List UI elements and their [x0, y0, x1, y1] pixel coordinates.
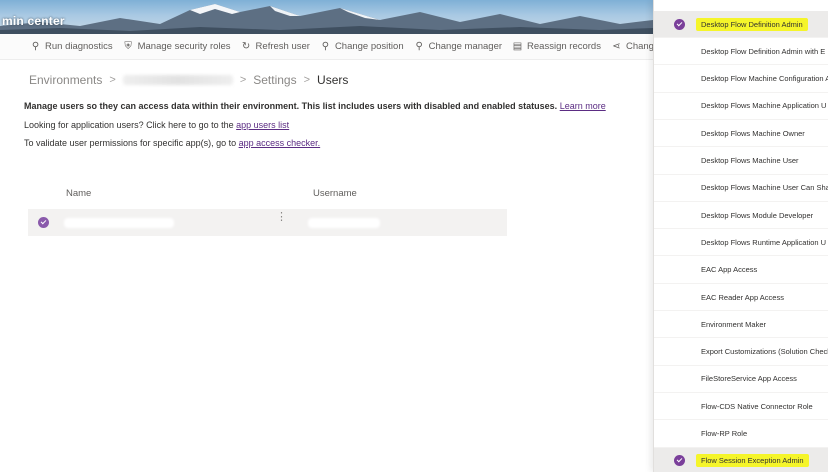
- change-position-label: Change position: [334, 41, 404, 52]
- role-item[interactable]: FileStoreService App Access: [654, 366, 828, 393]
- table-row[interactable]: ⋮: [28, 209, 507, 236]
- user-name-redacted: [64, 218, 174, 228]
- role-item[interactable]: Desktop Flows Runtime Application U: [654, 229, 828, 257]
- role-label: Flow-RP Role: [701, 429, 748, 438]
- reassign-records-label: Reassign records: [527, 41, 601, 52]
- role-item[interactable]: Desktop Flows Machine Owner: [654, 120, 828, 148]
- row-checkbox-checked-icon[interactable]: [38, 217, 49, 228]
- hierarchy-icon: ⋖: [612, 41, 621, 52]
- role-item[interactable]: Flow-CDS Native Connector Role: [654, 393, 828, 421]
- learn-more-link[interactable]: Learn more: [560, 101, 606, 111]
- column-header-name[interactable]: Name: [66, 188, 91, 199]
- breadcrumb-separator: >: [109, 74, 116, 86]
- role-label: Desktop Flow Definition Admin with E: [701, 46, 826, 56]
- app-users-hint-text: Looking for application users? Click her…: [24, 120, 234, 130]
- reassign-icon: ▤: [512, 41, 523, 52]
- manage-security-roles-label: Manage security roles: [137, 41, 231, 52]
- role-label: EAC Reader App Access: [701, 292, 784, 302]
- role-label: EAC App Access: [701, 265, 758, 275]
- security-roles-panel: Desktop Flow Definition Admin Desktop Flo…: [653, 0, 828, 472]
- run-diagnostics-button[interactable]: ⚲ Run diagnostics: [30, 41, 113, 52]
- app-users-hint: Looking for application users? Click her…: [24, 120, 289, 130]
- breadcrumb-settings[interactable]: Settings: [253, 73, 296, 87]
- role-label: Flow-CDS Native Connector Role: [701, 401, 813, 411]
- more-options-icon[interactable]: ⋮: [276, 212, 287, 223]
- app-root: min center ⚲ Run diagnostics ⛨ Manage se…: [0, 0, 828, 472]
- role-label: FileStoreService App Access: [701, 374, 797, 384]
- role-label: Desktop Flows Machine Owner: [701, 128, 805, 138]
- manage-security-roles-button[interactable]: ⛨ Manage security roles: [123, 41, 231, 52]
- role-checked-icon[interactable]: [674, 455, 685, 467]
- change-position-button[interactable]: ⚲ Change position: [320, 41, 404, 52]
- role-label: Desktop Flows Runtime Application U: [701, 237, 827, 247]
- position-icon: ⚲: [321, 41, 330, 52]
- app-users-list-link[interactable]: app users list: [236, 120, 289, 130]
- breadcrumb-environment-redacted[interactable]: [122, 75, 233, 85]
- role-item[interactable]: Desktop Flow Machine Configuration A: [654, 66, 828, 93]
- app-title: min center: [2, 14, 65, 28]
- role-label: Desktop Flows Machine User Can Shar: [701, 183, 828, 193]
- role-item[interactable]: EAC App Access: [654, 257, 828, 284]
- role-label: Desktop Flows Machine Application U: [701, 101, 827, 111]
- role-item[interactable]: Flow-RP Role: [654, 421, 828, 448]
- role-item[interactable]: Environment Maker: [654, 311, 828, 339]
- role-label: Desktop Flow Machine Configuration A: [701, 74, 828, 84]
- role-checked-icon[interactable]: [674, 18, 685, 30]
- run-diagnostics-label: Run diagnostics: [45, 41, 113, 52]
- refresh-user-label: Refresh user: [255, 41, 310, 52]
- role-item[interactable]: Desktop Flows Machine Application U: [654, 93, 828, 120]
- breadcrumb-separator: >: [303, 74, 311, 86]
- reassign-records-button[interactable]: ▤ Reassign records: [512, 41, 601, 52]
- username-redacted: [308, 218, 380, 228]
- command-bar: ⚲ Run diagnostics ⛨ Manage security role…: [0, 34, 653, 60]
- breadcrumb-environments[interactable]: Environments: [29, 73, 102, 87]
- change-business-label: Change business: [625, 41, 653, 52]
- change-business-button[interactable]: ⋖ Change business: [611, 41, 653, 52]
- role-item[interactable]: Flow Session Exception Admin: [654, 447, 828, 472]
- refresh-icon: ↻: [241, 41, 251, 52]
- change-manager-button[interactable]: ⚲ Change manager: [414, 41, 502, 52]
- role-label: Desktop Flow Definition Admin: [701, 19, 803, 29]
- role-label: Desktop Flows Module Developer: [701, 210, 814, 220]
- shield-icon: ⛨: [124, 41, 132, 52]
- refresh-user-button[interactable]: ↻ Refresh user: [241, 41, 310, 52]
- header-banner: min center: [0, 0, 653, 34]
- role-item[interactable]: Export Customizations (Solution Check: [654, 339, 828, 366]
- mountain-banner-image: [0, 4, 653, 34]
- app-access-hint-text: To validate user permissions for specifi…: [24, 138, 237, 148]
- change-manager-label: Change manager: [428, 41, 503, 52]
- manager-icon: ⚲: [415, 41, 423, 52]
- role-item[interactable]: Desktop Flows Module Developer: [654, 202, 828, 230]
- role-label: Environment Maker: [701, 319, 767, 329]
- app-access-hint: To validate user permissions for specifi…: [24, 138, 320, 148]
- run-icon: ⚲: [31, 41, 40, 52]
- app-access-checker-link[interactable]: app access checker.: [239, 138, 321, 148]
- breadcrumb-users: Users: [317, 73, 349, 87]
- role-label: Flow Session Exception Admin: [701, 456, 804, 466]
- description-text: Manage users so they can access data wit…: [24, 101, 558, 111]
- role-item[interactable]: Desktop Flows Machine User: [654, 148, 828, 175]
- column-header-username[interactable]: Username: [313, 188, 357, 199]
- role-item[interactable]: Desktop Flow Definition Admin: [654, 11, 828, 38]
- role-label: Desktop Flows Machine User: [701, 156, 799, 165]
- breadcrumb-separator: >: [239, 74, 247, 86]
- breadcrumb: Environments > > Settings > Users: [29, 73, 348, 87]
- role-item[interactable]: Desktop Flows Machine User Can Shar: [654, 175, 828, 202]
- role-item[interactable]: EAC Reader App Access: [654, 284, 828, 311]
- role-label: Export Customizations (Solution Check: [701, 347, 828, 357]
- page-description: Manage users so they can access data wit…: [24, 101, 606, 111]
- role-item[interactable]: Desktop Flow Definition Admin with E: [654, 38, 828, 66]
